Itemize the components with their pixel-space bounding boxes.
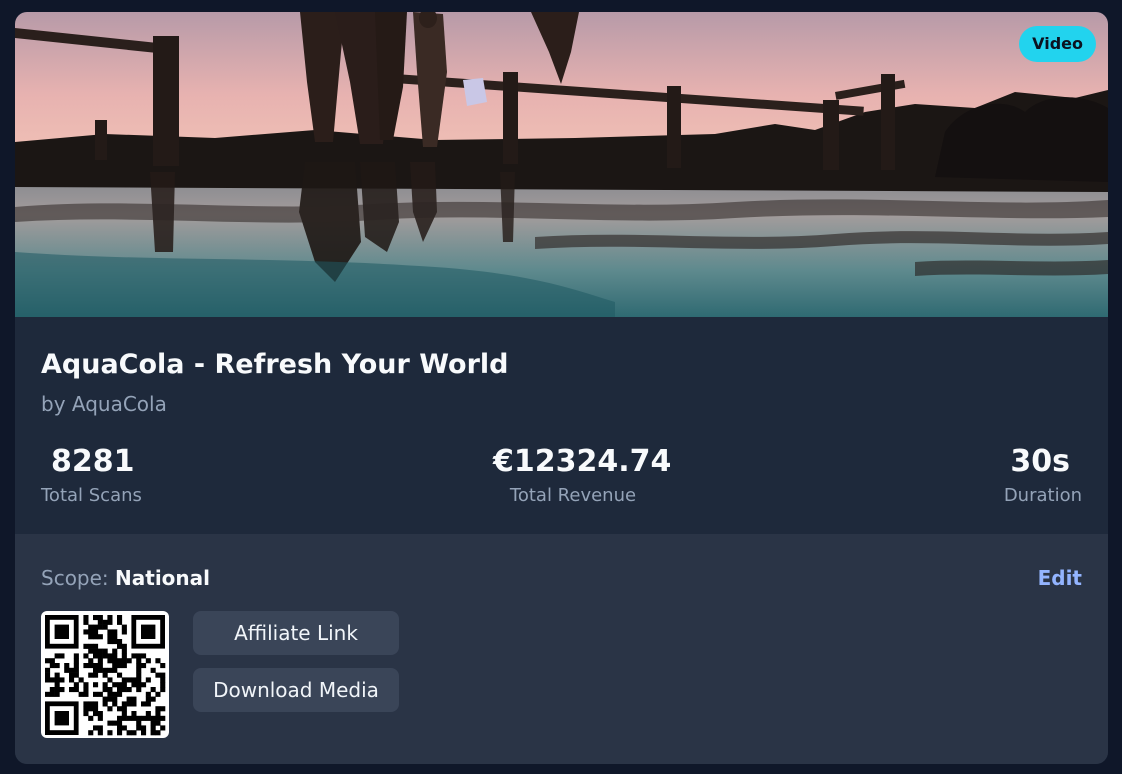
qr-code-icon[interactable] (41, 611, 169, 738)
campaign-card: Video AquaCola - Refresh Your World by A… (15, 12, 1108, 764)
download-media-button[interactable]: Download Media (193, 668, 399, 712)
edit-link[interactable]: Edit (1038, 566, 1082, 590)
stat-duration: 30s Duration (1003, 444, 1082, 507)
scope-value: National (115, 566, 211, 590)
scope-row: Scope: National (41, 566, 210, 590)
campaign-actions: Scope: National Edit Affiliate Link Down… (15, 534, 1108, 764)
total-scans-value: 8281 (51, 444, 135, 479)
affiliate-link-button[interactable]: Affiliate Link (193, 611, 399, 655)
total-revenue-value: €12324.74 (493, 444, 672, 479)
total-revenue-label: Total Revenue (509, 485, 637, 506)
campaign-byline: by AquaCola (41, 392, 167, 416)
total-scans-label: Total Scans (41, 485, 142, 506)
duration-label: Duration (1003, 485, 1082, 506)
campaign-info: AquaCola - Refresh Your World by AquaCol… (15, 317, 1108, 534)
stat-total-revenue: €12324.74 Total Revenue (493, 444, 672, 507)
scope-label: Scope: (41, 566, 109, 590)
stat-total-scans: 8281 Total Scans (41, 444, 142, 507)
campaign-thumbnail[interactable]: Video (15, 12, 1108, 317)
campaign-title: AquaCola - Refresh Your World (41, 349, 509, 380)
media-type-badge: Video (1019, 26, 1096, 62)
duration-value: 30s (1010, 444, 1070, 479)
